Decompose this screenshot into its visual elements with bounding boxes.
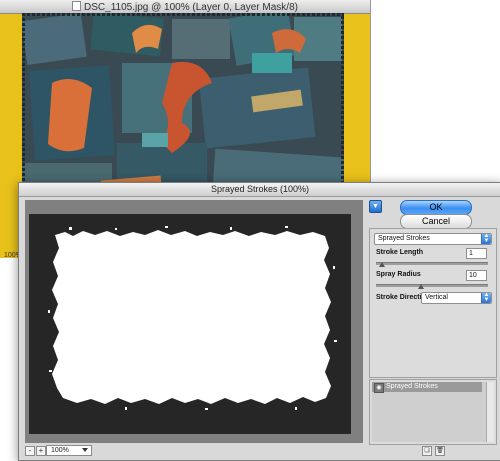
zoom-level-value: 100% (51, 447, 69, 454)
dialog-title[interactable]: Sprayed Strokes (100%) (19, 183, 500, 197)
new-effect-layer-icon[interactable]: ❏ (422, 446, 432, 456)
spray-radius-field[interactable]: 10 (466, 270, 487, 281)
eye-icon[interactable]: ◉ (374, 383, 384, 393)
stroke-length-slider-thumb[interactable] (378, 262, 385, 267)
triangle-down-icon[interactable]: ▼ (369, 200, 382, 213)
document-titlebar[interactable]: DSC_1105.jpg @ 100% (Layer 0, Layer Mask… (0, 0, 370, 14)
preview-zoom-bar: - + 100% (25, 445, 363, 456)
filter-preview[interactable] (25, 200, 363, 443)
effect-layers-panel: ◉ Sprayed Strokes (369, 379, 497, 445)
cancel-button[interactable]: Cancel (400, 214, 472, 229)
effect-layer-item[interactable]: ◉ Sprayed Strokes (372, 382, 482, 393)
stroke-length-slider[interactable] (376, 262, 488, 265)
layers-scrollbar[interactable] (486, 382, 494, 442)
stroke-direction-select[interactable]: Vertical ▲ ▼ (421, 292, 492, 304)
updown-arrows-icon: ▲ ▼ (481, 233, 491, 244)
zoom-out-button[interactable]: - (25, 446, 35, 456)
filter-select[interactable]: Sprayed Strokes ▲ ▼ (374, 233, 492, 245)
filter-options-panel: Sprayed Strokes ▲ ▼ Stroke Length 1 Spray… (369, 228, 497, 378)
updown-arrows-icon: ▲ ▼ (481, 292, 491, 303)
effect-layer-label: Sprayed Strokes (386, 383, 438, 390)
chevron-down-icon (82, 448, 88, 452)
stroke-direction-value: Vertical (425, 294, 448, 301)
trash-icon[interactable]: 🗑 (435, 446, 445, 456)
spray-radius-label: Spray Radius (376, 271, 421, 278)
ok-button[interactable]: OK (400, 200, 472, 215)
filter-select-value: Sprayed Strokes (378, 235, 430, 242)
document-icon (72, 1, 82, 11)
stroke-length-field[interactable]: 1 (466, 248, 487, 259)
document-title: DSC_1105.jpg @ 100% (Layer 0, Layer Mask… (84, 2, 298, 13)
zoom-in-button[interactable]: + (36, 446, 46, 456)
spray-radius-slider[interactable] (376, 284, 488, 287)
spray-radius-slider-thumb[interactable] (417, 284, 424, 289)
stroke-length-label: Stroke Length (376, 249, 424, 256)
sprayed-strokes-dialog: Sprayed Strokes (100%) - + 100% ▼ OK Can… (18, 182, 500, 461)
preview-image (25, 200, 363, 443)
effect-layers-list: ◉ Sprayed Strokes (372, 382, 494, 442)
